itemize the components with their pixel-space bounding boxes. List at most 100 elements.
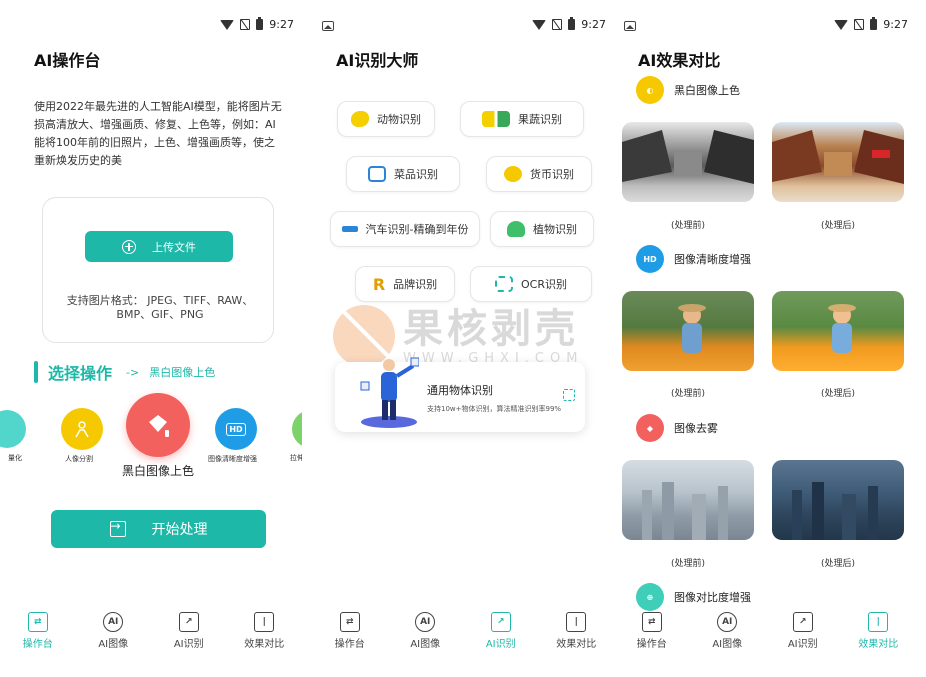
- wifi-icon: [834, 19, 849, 30]
- label-after: (处理后): [820, 559, 856, 569]
- chip-animal[interactable]: 动物识别: [337, 101, 435, 137]
- sharpen-after-image: [772, 291, 904, 371]
- tab-console[interactable]: ⇄ 操作台: [0, 612, 76, 662]
- chip-dish[interactable]: 菜品识别: [346, 156, 460, 192]
- section-label: 黑白图像上色: [674, 84, 740, 97]
- section-title: 选择操作: [48, 364, 113, 383]
- upload-card: 上传文件 支持图片格式： JPEG、TIFF、RAW、BMP、GIF、PNG: [42, 197, 274, 343]
- tab-label: 效果对比: [556, 639, 597, 650]
- start-processing-button[interactable]: 开始处理: [51, 510, 266, 548]
- op-label-right: 拉伸: [290, 454, 302, 462]
- tab-ai-image[interactable]: AI AI图像: [76, 612, 152, 662]
- page-title: AI效果对比: [638, 51, 721, 70]
- hd-icon: HD: [636, 245, 664, 273]
- section-arrow: ->: [126, 365, 140, 379]
- label-before: (处理前): [670, 559, 706, 569]
- tab-ai-image[interactable]: AI AI图像: [388, 612, 464, 662]
- op-label-sharpen: 图像清晰度增强: [208, 455, 257, 463]
- op-label-left: 量化: [8, 454, 22, 462]
- colorize-after-image: [772, 122, 904, 202]
- section-label: 图像清晰度增强: [674, 253, 751, 266]
- tab-ai-image[interactable]: AI AI图像: [690, 612, 766, 662]
- console-screen: 9:27 AI操作台 使用2022年最先进的人工智能AI模型，能将图片无损高清放…: [0, 0, 302, 677]
- tab-label: AI图像: [410, 639, 441, 650]
- screenshot-collage: 9:27 AI操作台 使用2022年最先进的人工智能AI模型，能将图片无损高清放…: [0, 0, 926, 677]
- chip-label: 动物识别: [377, 113, 421, 126]
- tab-label: 操作台: [22, 639, 53, 650]
- tab-compare[interactable]: | 效果对比: [539, 612, 615, 662]
- section-label: 图像去雾: [674, 422, 718, 435]
- tab-label: 效果对比: [244, 639, 285, 650]
- tab-label: AI图像: [98, 639, 129, 650]
- no-sim-icon: [240, 19, 251, 30]
- bottom-tab-bar: ⇄ 操作台 AI AI图像 ↗ AI识别 | 效果对比: [312, 612, 614, 662]
- page-description: 使用2022年最先进的人工智能AI模型，能将图片无损高清放大、增强画质、修复、上…: [34, 100, 282, 167]
- chip-label: 果蔬识别: [518, 113, 562, 126]
- colorize-icon: ◐: [636, 76, 664, 104]
- tab-ai-recognize[interactable]: ↗ AI识别: [463, 612, 539, 662]
- chip-plant[interactable]: 植物识别: [490, 211, 594, 247]
- image-notification-icon: [624, 21, 636, 31]
- sharpen-before-image: [622, 291, 754, 371]
- scan-icon: [563, 389, 575, 401]
- chip-brand[interactable]: R 品牌识别: [355, 266, 455, 302]
- op-sharpen[interactable]: HD: [215, 408, 257, 450]
- op-label-colorize: 黑白图像上色: [122, 464, 195, 478]
- select-operation-header: 选择操作 -> 黑白图像上色: [34, 360, 215, 384]
- wifi-icon: [532, 19, 547, 30]
- label-after: (处理后): [820, 389, 856, 399]
- chip-car[interactable]: 汽车识别-精确到年份: [330, 211, 480, 247]
- label-before: (处理前): [670, 221, 706, 231]
- tab-compare[interactable]: | 效果对比: [227, 612, 303, 662]
- tab-console[interactable]: ⇄ 操作台: [614, 612, 690, 662]
- start-label: 开始处理: [151, 522, 208, 538]
- no-sim-icon: [854, 19, 865, 30]
- dehaze-before-image: [622, 460, 754, 540]
- enter-icon: [109, 519, 126, 537]
- brand-icon: R: [372, 274, 386, 294]
- ai-recognize-icon: ↗: [178, 612, 199, 632]
- portrait-icon: [75, 421, 89, 438]
- tab-compare[interactable]: | 效果对比: [841, 612, 917, 662]
- paint-bucket-icon: [149, 415, 169, 437]
- status-bar: 9:27: [220, 17, 294, 31]
- chip-fruit[interactable]: 果蔬识别: [460, 101, 584, 137]
- op-colorize[interactable]: [126, 393, 190, 457]
- compare-icon: |: [254, 612, 275, 632]
- upload-label: 上传文件: [152, 240, 196, 254]
- op-label-portrait: 人像分割: [65, 455, 93, 463]
- chip-label: 品牌识别: [393, 278, 438, 291]
- hd-icon: HD: [226, 422, 246, 436]
- tab-label: 效果对比: [858, 639, 899, 650]
- supported-formats: 支持图片格式： JPEG、TIFF、RAW、BMP、GIF、PNG: [66, 294, 254, 321]
- upload-button[interactable]: 上传文件: [85, 231, 233, 262]
- op-partial-right[interactable]: [292, 410, 302, 448]
- contrast-icon: ⊕: [636, 583, 664, 611]
- animal-icon: [351, 111, 369, 127]
- page-title: AI识别大师: [336, 51, 419, 70]
- op-partial-left[interactable]: [0, 410, 26, 448]
- battery-icon: [256, 17, 264, 30]
- tab-ai-recognize[interactable]: ↗ AI识别: [151, 612, 227, 662]
- chip-ocr[interactable]: OCR识别: [470, 266, 592, 302]
- compare-section-dehaze: ◆ 图像去雾: [636, 414, 718, 442]
- tab-label: 操作台: [636, 639, 667, 650]
- tab-ai-recognize[interactable]: ↗ AI识别: [765, 612, 841, 662]
- watermark-cn: 果核剥壳: [403, 305, 579, 352]
- chip-label: 货币识别: [530, 168, 574, 181]
- general-recognition-card[interactable]: 通用物体识别 支持10w+物体识别，算法精准识别率99%: [335, 357, 585, 432]
- label-before: (处理前): [670, 389, 706, 399]
- op-portrait-segmentation[interactable]: [61, 408, 103, 450]
- page-title: AI操作台: [34, 51, 101, 70]
- wifi-icon: [220, 19, 235, 30]
- ai-image-icon: AI: [103, 612, 124, 632]
- ai-image-icon: AI: [415, 612, 436, 632]
- console-icon: ⇄: [641, 612, 662, 632]
- chip-label: 汽车识别-精确到年份: [365, 223, 469, 236]
- status-time: 9:27: [883, 18, 908, 31]
- colorize-before-image: [622, 122, 754, 202]
- tab-console[interactable]: ⇄ 操作台: [312, 612, 388, 662]
- section-label: 图像对比度增强: [674, 591, 751, 604]
- ocr-icon: [495, 276, 513, 292]
- chip-currency[interactable]: 货币识别: [486, 156, 592, 192]
